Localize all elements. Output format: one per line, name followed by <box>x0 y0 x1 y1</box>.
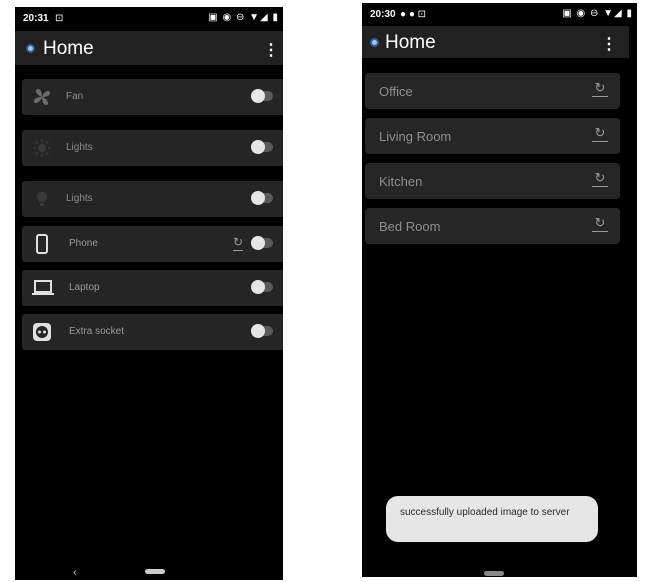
lightbulb-icon <box>37 192 47 206</box>
device-label: Phone <box>69 238 98 249</box>
left-phone-screen: 20:31 ⊡ ▣ ◉ ⊖ ▼◢ ▮ Home ⋮ Fan Lights Lig… <box>15 7 283 580</box>
status-right-icons: ▣ ◉ ⊖ ▼◢ ▮ <box>208 12 279 23</box>
device-row-phone[interactable]: Phone ↻ <box>22 226 283 262</box>
room-row-bed-room[interactable]: Bed Room ↻ <box>365 208 620 244</box>
sync-icon[interactable]: ↻ <box>592 216 608 232</box>
device-row-extra-socket[interactable]: Extra socket <box>22 314 283 350</box>
laptop-icon <box>32 280 54 295</box>
device-toggle[interactable] <box>251 324 273 338</box>
sync-icon[interactable]: ↻ <box>592 171 608 187</box>
device-row-fan[interactable]: Fan <box>22 79 283 115</box>
status-bar: 20:31 ⊡ ▣ ◉ ⊖ ▼◢ ▮ <box>15 7 283 31</box>
sync-icon[interactable]: ↻ <box>232 236 243 251</box>
room-row-kitchen[interactable]: Kitchen ↻ <box>365 163 620 199</box>
nav-back-icon[interactable]: ‹ <box>73 565 77 579</box>
device-toggle[interactable] <box>251 140 273 154</box>
nav-home-handle[interactable] <box>145 569 165 574</box>
app-bar: Home ⋮ <box>15 31 283 65</box>
app-bar: Home ⋮ <box>362 26 629 58</box>
overflow-menu-icon[interactable]: ⋮ <box>263 40 279 60</box>
device-toggle[interactable] <box>251 191 273 205</box>
room-row-office[interactable]: Office ↻ <box>365 73 620 109</box>
device-row-lights[interactable]: Lights <box>22 130 283 166</box>
status-right-icons: ▣ ◉ ⊖ ▼◢ ▮ <box>562 8 633 19</box>
device-toggle[interactable] <box>251 280 273 294</box>
device-label: Extra socket <box>69 326 125 337</box>
status-bar: 20:30 ● ● ⊡ ▣ ◉ ⊖ ▼◢ ▮ <box>362 3 637 27</box>
app-logo-icon <box>370 38 379 47</box>
nav-home-handle[interactable] <box>484 571 504 576</box>
device-label: Laptop <box>69 282 100 293</box>
app-logo-icon <box>26 44 35 53</box>
socket-icon <box>33 323 51 341</box>
sun-icon <box>33 139 51 157</box>
toast-message: successfully uploaded image to server <box>386 496 598 542</box>
device-row-lights-2[interactable]: Lights <box>22 181 283 217</box>
status-left-icons: ● ● ⊡ <box>400 9 427 20</box>
device-label: Lights <box>66 142 93 153</box>
device-row-laptop[interactable]: Laptop <box>22 270 283 306</box>
room-label: Living Room <box>379 129 452 144</box>
page-title: Home <box>43 38 94 59</box>
overflow-menu-icon[interactable]: ⋮ <box>601 34 617 54</box>
fan-icon <box>34 89 50 105</box>
room-row-living-room[interactable]: Living Room ↻ <box>365 118 620 154</box>
sync-icon[interactable]: ↻ <box>592 81 608 97</box>
status-left-icons: ⊡ <box>55 13 64 24</box>
right-phone-screen: 20:30 ● ● ⊡ ▣ ◉ ⊖ ▼◢ ▮ Home ⋮ Office ↻ L… <box>362 3 637 577</box>
room-label: Office <box>379 84 413 99</box>
status-time: 20:30 <box>370 9 396 20</box>
phone-icon <box>36 234 48 254</box>
status-time: 20:31 <box>23 13 49 24</box>
device-label: Fan <box>66 91 84 102</box>
room-label: Bed Room <box>379 219 441 234</box>
page-title: Home <box>385 32 436 53</box>
device-toggle[interactable] <box>251 89 273 103</box>
sync-icon[interactable]: ↻ <box>592 126 608 142</box>
room-label: Kitchen <box>379 174 423 189</box>
device-toggle[interactable] <box>251 236 273 250</box>
device-label: Lights <box>66 193 93 204</box>
